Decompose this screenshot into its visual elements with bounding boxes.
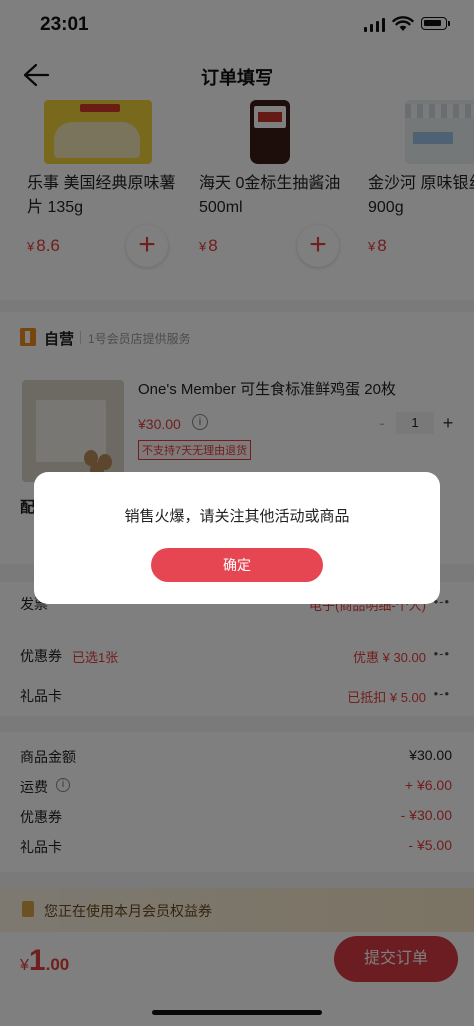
- confirm-button[interactable]: 确定: [151, 548, 323, 582]
- alert-dialog: 销售火爆，请关注其他活动或商品 确定: [34, 472, 440, 604]
- dialog-message: 销售火爆，请关注其他活动或商品: [124, 508, 350, 525]
